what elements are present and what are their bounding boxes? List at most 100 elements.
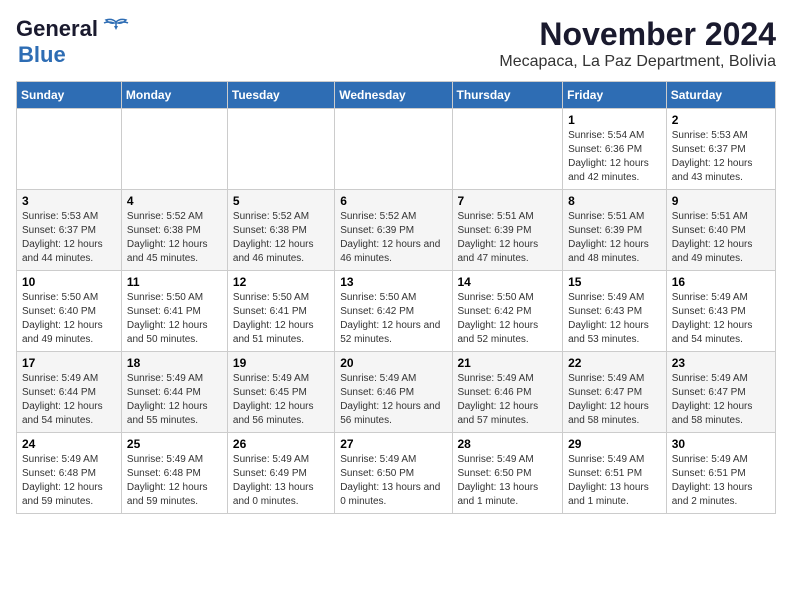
day-info: Sunrise: 5:50 AM Sunset: 6:40 PM Dayligh… (22, 291, 116, 347)
calendar-cell: 28 Sunrise: 5:49 AM Sunset: 6:50 PM Dayli… (452, 433, 563, 514)
logo-text: General (16, 16, 98, 42)
calendar-cell: 8 Sunrise: 5:51 AM Sunset: 6:39 PM Daylig… (563, 190, 667, 271)
day-number: 15 (568, 275, 661, 289)
day-number: 8 (568, 194, 661, 208)
calendar-cell: 11 Sunrise: 5:50 AM Sunset: 6:41 PM Dayli… (121, 271, 227, 352)
calendar-cell: 6 Sunrise: 5:52 AM Sunset: 6:39 PM Daylig… (335, 190, 452, 271)
day-info: Sunrise: 5:50 AM Sunset: 6:42 PM Dayligh… (458, 291, 558, 347)
calendar-week-row: 17 Sunrise: 5:49 AM Sunset: 6:44 PM Dayli… (17, 352, 776, 433)
day-info: Sunrise: 5:51 AM Sunset: 6:39 PM Dayligh… (458, 210, 558, 266)
day-info: Sunrise: 5:50 AM Sunset: 6:41 PM Dayligh… (233, 291, 329, 347)
day-info: Sunrise: 5:52 AM Sunset: 6:38 PM Dayligh… (233, 210, 329, 266)
weekday-header-sunday: Sunday (17, 82, 122, 109)
day-info: Sunrise: 5:53 AM Sunset: 6:37 PM Dayligh… (22, 210, 116, 266)
weekday-header-friday: Friday (563, 82, 667, 109)
weekday-header-wednesday: Wednesday (335, 82, 452, 109)
day-number: 10 (22, 275, 116, 289)
day-number: 1 (568, 113, 661, 127)
calendar-cell: 30 Sunrise: 5:49 AM Sunset: 6:51 PM Dayli… (666, 433, 775, 514)
logo-blue-text: Blue (18, 42, 66, 68)
calendar-cell: 16 Sunrise: 5:49 AM Sunset: 6:43 PM Dayli… (666, 271, 775, 352)
day-number: 25 (127, 437, 222, 451)
day-number: 6 (340, 194, 446, 208)
calendar-week-row: 1 Sunrise: 5:54 AM Sunset: 6:36 PM Daylig… (17, 109, 776, 190)
day-info: Sunrise: 5:52 AM Sunset: 6:39 PM Dayligh… (340, 210, 446, 266)
calendar-cell (121, 109, 227, 190)
calendar-cell: 9 Sunrise: 5:51 AM Sunset: 6:40 PM Daylig… (666, 190, 775, 271)
calendar-cell (227, 109, 334, 190)
day-number: 5 (233, 194, 329, 208)
logo: General Blue (16, 16, 130, 68)
day-number: 28 (458, 437, 558, 451)
day-info: Sunrise: 5:49 AM Sunset: 6:46 PM Dayligh… (340, 372, 446, 428)
day-number: 4 (127, 194, 222, 208)
calendar-cell (335, 109, 452, 190)
day-number: 9 (672, 194, 770, 208)
day-info: Sunrise: 5:49 AM Sunset: 6:44 PM Dayligh… (22, 372, 116, 428)
day-info: Sunrise: 5:52 AM Sunset: 6:38 PM Dayligh… (127, 210, 222, 266)
day-info: Sunrise: 5:49 AM Sunset: 6:46 PM Dayligh… (458, 372, 558, 428)
calendar-cell: 21Sunrise: 5:49 AM Sunset: 6:46 PM Dayli… (452, 352, 563, 433)
calendar-cell: 29 Sunrise: 5:49 AM Sunset: 6:51 PM Dayli… (563, 433, 667, 514)
weekday-header-monday: Monday (121, 82, 227, 109)
weekday-header-row: SundayMondayTuesdayWednesdayThursdayFrid… (17, 82, 776, 109)
calendar-cell: 3 Sunrise: 5:53 AM Sunset: 6:37 PM Daylig… (17, 190, 122, 271)
day-info: Sunrise: 5:54 AM Sunset: 6:36 PM Dayligh… (568, 129, 661, 185)
day-info: Sunrise: 5:49 AM Sunset: 6:48 PM Dayligh… (22, 453, 116, 509)
calendar-week-row: 10 Sunrise: 5:50 AM Sunset: 6:40 PM Dayli… (17, 271, 776, 352)
location-subtitle: Mecapaca, La Paz Department, Bolivia (499, 53, 776, 71)
calendar-cell: 2Sunrise: 5:53 AM Sunset: 6:37 PM Daylig… (666, 109, 775, 190)
calendar-cell: 17 Sunrise: 5:49 AM Sunset: 6:44 PM Dayli… (17, 352, 122, 433)
day-info: Sunrise: 5:50 AM Sunset: 6:41 PM Dayligh… (127, 291, 222, 347)
calendar-cell: 22Sunrise: 5:49 AM Sunset: 6:47 PM Dayli… (563, 352, 667, 433)
logo-bird-icon (102, 18, 130, 40)
calendar-cell (452, 109, 563, 190)
day-info: Sunrise: 5:49 AM Sunset: 6:50 PM Dayligh… (340, 453, 446, 509)
calendar-cell: 10 Sunrise: 5:50 AM Sunset: 6:40 PM Dayli… (17, 271, 122, 352)
day-number: 11 (127, 275, 222, 289)
day-number: 3 (22, 194, 116, 208)
day-info: Sunrise: 5:51 AM Sunset: 6:40 PM Dayligh… (672, 210, 770, 266)
day-info: Sunrise: 5:49 AM Sunset: 6:49 PM Dayligh… (233, 453, 329, 509)
day-number: 29 (568, 437, 661, 451)
calendar-cell: 13Sunrise: 5:50 AM Sunset: 6:42 PM Dayli… (335, 271, 452, 352)
calendar-cell: 4 Sunrise: 5:52 AM Sunset: 6:38 PM Daylig… (121, 190, 227, 271)
calendar-cell: 7 Sunrise: 5:51 AM Sunset: 6:39 PM Daylig… (452, 190, 563, 271)
title-area: November 2024 Mecapaca, La Paz Departmen… (499, 16, 776, 71)
day-info: Sunrise: 5:49 AM Sunset: 6:50 PM Dayligh… (458, 453, 558, 509)
calendar-cell: 15 Sunrise: 5:49 AM Sunset: 6:43 PM Dayli… (563, 271, 667, 352)
day-info: Sunrise: 5:49 AM Sunset: 6:43 PM Dayligh… (672, 291, 770, 347)
day-number: 14 (458, 275, 558, 289)
day-number: 30 (672, 437, 770, 451)
calendar-cell: 27 Sunrise: 5:49 AM Sunset: 6:50 PM Dayli… (335, 433, 452, 514)
day-number: 2 (672, 113, 770, 127)
day-info: Sunrise: 5:51 AM Sunset: 6:39 PM Dayligh… (568, 210, 661, 266)
day-info: Sunrise: 5:49 AM Sunset: 6:43 PM Dayligh… (568, 291, 661, 347)
day-number: 23 (672, 356, 770, 370)
day-number: 16 (672, 275, 770, 289)
day-info: Sunrise: 5:49 AM Sunset: 6:48 PM Dayligh… (127, 453, 222, 509)
day-info: Sunrise: 5:49 AM Sunset: 6:45 PM Dayligh… (233, 372, 329, 428)
day-info: Sunrise: 5:49 AM Sunset: 6:51 PM Dayligh… (672, 453, 770, 509)
day-number: 17 (22, 356, 116, 370)
day-number: 26 (233, 437, 329, 451)
calendar-cell: 25 Sunrise: 5:49 AM Sunset: 6:48 PM Dayli… (121, 433, 227, 514)
calendar-table: SundayMondayTuesdayWednesdayThursdayFrid… (16, 81, 776, 514)
day-info: Sunrise: 5:49 AM Sunset: 6:47 PM Dayligh… (672, 372, 770, 428)
calendar-cell: 14 Sunrise: 5:50 AM Sunset: 6:42 PM Dayli… (452, 271, 563, 352)
calendar-cell: 5 Sunrise: 5:52 AM Sunset: 6:38 PM Daylig… (227, 190, 334, 271)
day-info: Sunrise: 5:50 AM Sunset: 6:42 PM Dayligh… (340, 291, 446, 347)
day-info: Sunrise: 5:49 AM Sunset: 6:51 PM Dayligh… (568, 453, 661, 509)
calendar-cell (17, 109, 122, 190)
calendar-cell: 23 Sunrise: 5:49 AM Sunset: 6:47 PM Dayli… (666, 352, 775, 433)
day-number: 19 (233, 356, 329, 370)
day-number: 7 (458, 194, 558, 208)
day-number: 18 (127, 356, 222, 370)
day-info: Sunrise: 5:49 AM Sunset: 6:44 PM Dayligh… (127, 372, 222, 428)
calendar-cell: 12Sunrise: 5:50 AM Sunset: 6:41 PM Dayli… (227, 271, 334, 352)
calendar-cell: 24Sunrise: 5:49 AM Sunset: 6:48 PM Dayli… (17, 433, 122, 514)
weekday-header-saturday: Saturday (666, 82, 775, 109)
day-number: 27 (340, 437, 446, 451)
month-title: November 2024 (499, 16, 776, 53)
day-info: Sunrise: 5:49 AM Sunset: 6:47 PM Dayligh… (568, 372, 661, 428)
